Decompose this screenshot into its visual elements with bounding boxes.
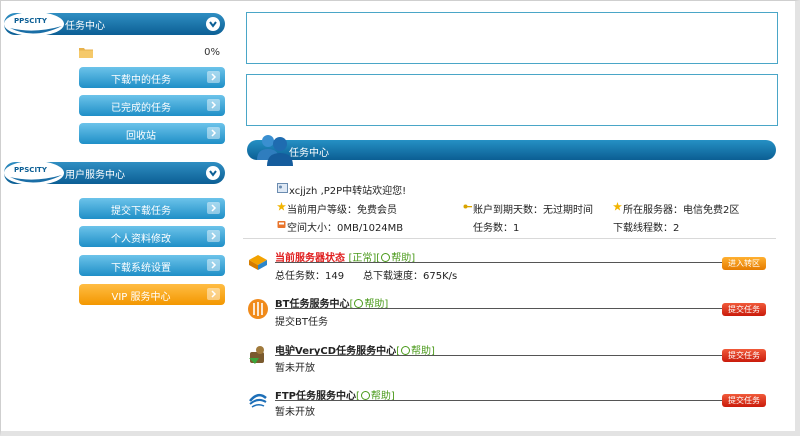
folder-icon: [79, 48, 93, 58]
sidebar-item-label: 回收站: [126, 131, 156, 142]
ftp-icon: [249, 393, 267, 408]
users-icon: [257, 135, 293, 166]
help-icon: [354, 299, 364, 308]
underline: [275, 308, 722, 309]
submit-verycd-task-button[interactable]: 提交任务: [722, 349, 766, 362]
verycd-service-desc: 暂未开放: [275, 363, 315, 374]
total-speed: 总下载速度：675K/s: [363, 271, 458, 282]
logo-text: PPSCITY: [14, 17, 48, 25]
submit-bt-task-button[interactable]: 提交任务: [722, 303, 766, 316]
thread-count: 下载线程数：2: [613, 223, 680, 234]
chevron-right-icon: [207, 99, 220, 111]
divider: [243, 238, 776, 239]
sidebar-item-settings[interactable]: 下载系统设置: [79, 255, 225, 276]
sidebar-item-completed[interactable]: 已完成的任务: [79, 95, 225, 116]
sidebar-item-vip[interactable]: VIP 服务中心: [79, 284, 225, 305]
underline: [275, 262, 722, 263]
id-card-icon: [277, 183, 288, 193]
progress-percent: 0%: [204, 47, 220, 58]
ftp-service-desc: 暂未开放: [275, 407, 315, 418]
help-icon: [360, 391, 370, 400]
underline: [275, 400, 722, 401]
banner-box-bottom: [246, 74, 778, 126]
star-icon: [613, 202, 622, 211]
space-size: 空间大小：0MB/1024MB: [287, 223, 404, 234]
bt-icon: [248, 299, 268, 319]
total-tasks: 总任务数：149: [275, 271, 345, 282]
task-center-title: 任务中心: [65, 21, 105, 32]
chevron-right-icon: [207, 71, 220, 83]
sidebar-item-label: VIP 服务中心: [111, 292, 171, 303]
enter-zone-button[interactable]: 进入转区: [722, 257, 766, 270]
key-icon: [463, 204, 472, 209]
sidebar-item-label: 下载系统设置: [111, 263, 171, 274]
user-service-header[interactable]: PPSCITY 用户服务中心: [4, 161, 225, 185]
underline: [275, 355, 722, 356]
sidebar-item-downloading[interactable]: 下载中的任务: [79, 67, 225, 88]
help-icon: [381, 253, 391, 262]
chevron-right-icon: [207, 230, 220, 242]
submit-ftp-task-button[interactable]: 提交任务: [722, 394, 766, 407]
task-center-bar: 任务中心: [247, 140, 776, 160]
bt-service-desc: 提交BT任务: [275, 317, 328, 328]
user-level: 当前用户等级：免费会员: [287, 205, 397, 216]
chevron-right-icon: [207, 127, 220, 139]
sidebar-item-submit-task[interactable]: 提交下载任务: [79, 198, 225, 219]
task-center-header[interactable]: PPSCITY 任务中心: [4, 12, 225, 36]
help-icon: [400, 346, 410, 355]
chevron-right-icon: [207, 202, 220, 214]
sidebar-item-profile[interactable]: 个人资料修改: [79, 226, 225, 247]
welcome-text: xcjjzh ,P2P中转站欢迎您!: [289, 186, 407, 197]
sidebar-item-label: 个人资料修改: [111, 234, 171, 245]
verycd-donkey-icon: [249, 346, 264, 364]
chevron-down-icon[interactable]: [206, 166, 220, 180]
sidebar-item-label: 提交下载任务: [111, 206, 171, 217]
ppscity-logo-icon: PPSCITY: [4, 12, 64, 36]
server-status-icon: [249, 255, 267, 270]
logo-text: PPSCITY: [14, 166, 48, 174]
chevron-right-icon: [207, 259, 220, 271]
sidebar-item-label: 下载中的任务: [111, 75, 171, 86]
banner-box-top: [246, 12, 778, 64]
disk-icon: [277, 221, 286, 228]
user-service-title: 用户服务中心: [65, 170, 125, 181]
server-name: 所在服务器：电信免费2区: [623, 205, 740, 216]
chevron-down-icon[interactable]: [206, 17, 220, 31]
task-center-bar-title: 任务中心: [289, 148, 329, 159]
ppscity-logo-icon: PPSCITY: [4, 161, 64, 185]
task-count: 任务数：1: [473, 223, 520, 234]
sidebar-item-recycle-bin[interactable]: 回收站: [79, 123, 225, 144]
account-expiry: 账户到期天数：无过期时间: [473, 205, 593, 216]
chevron-right-icon: [207, 288, 220, 300]
sidebar-item-label: 已完成的任务: [111, 103, 171, 114]
star-icon: [277, 202, 286, 211]
